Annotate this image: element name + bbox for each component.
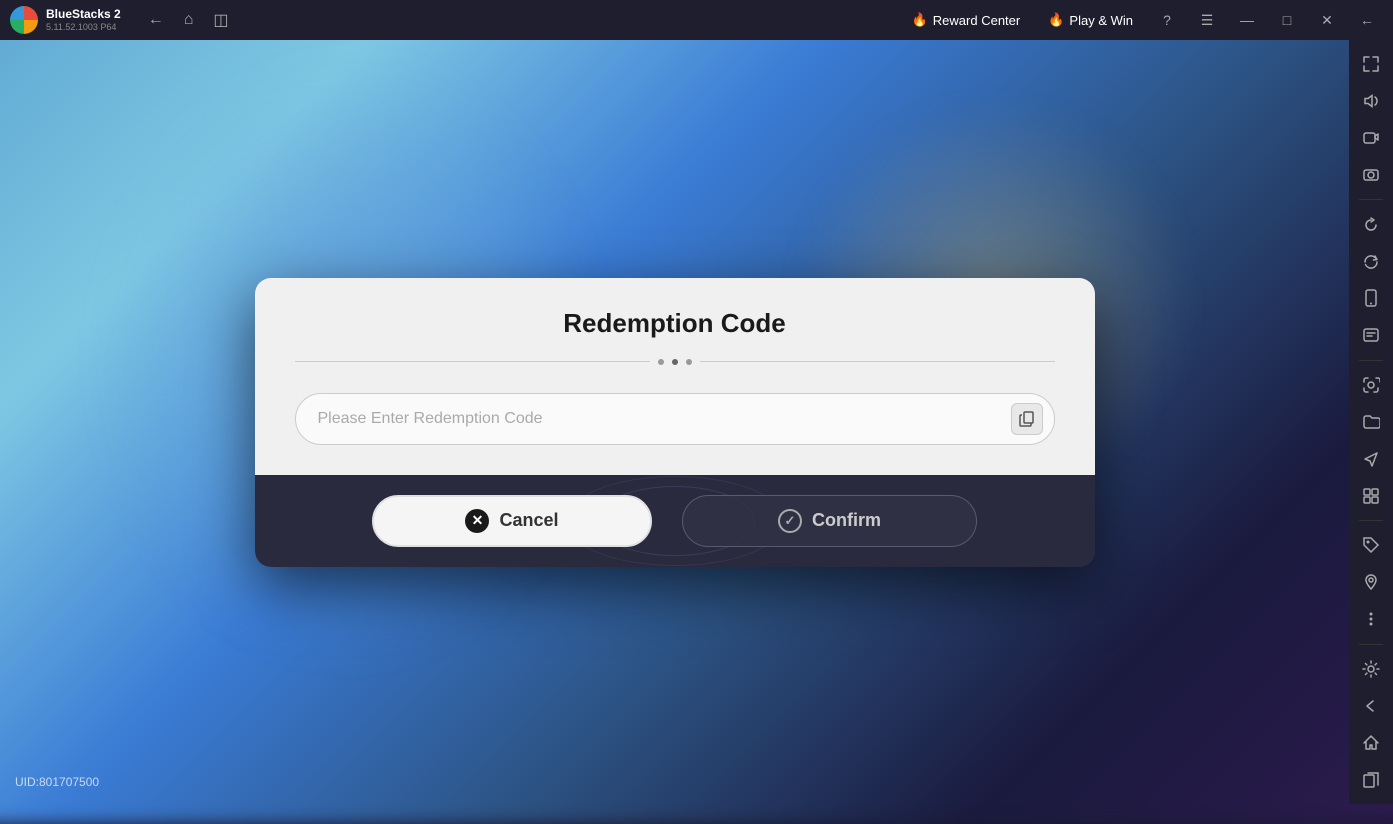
reward-center-label: Reward Center [933,13,1020,28]
cancel-button[interactable]: ✕ Cancel [372,495,652,547]
volume-icon[interactable] [1353,85,1389,118]
sidebar-pages-icon[interactable] [1353,763,1389,796]
rotate-icon[interactable] [1353,208,1389,241]
app-info: BlueStacks 2 5.11.52.1003 P64 [46,7,121,32]
modal-overlay: Redemption Code [0,40,1349,804]
cancel-x-icon: ✕ [465,509,489,533]
menu-button[interactable]: ☰ [1191,4,1223,36]
clipboard-button[interactable] [1011,403,1043,435]
modal-top: Redemption Code [255,278,1095,475]
help-button[interactable]: ? [1151,4,1183,36]
confirm-check-icon: ✓ [778,509,802,533]
sidebar-divider-3 [1359,520,1383,521]
sidebar-divider-2 [1359,360,1383,361]
play-win-button[interactable]: 🔥 Play & Win [1038,8,1143,32]
location-icon[interactable] [1353,566,1389,599]
divider-dot-1 [658,359,664,365]
minimize-button[interactable]: — [1231,4,1263,36]
redemption-modal: Redemption Code [255,278,1095,567]
sidebar-home-icon[interactable] [1353,726,1389,759]
titlebar-center: 🔥 Reward Center 🔥 Play & Win ? ☰ — □ ✕ ← [243,4,1393,36]
confirm-label: Confirm [812,510,881,531]
modal-divider [295,359,1055,365]
app-version: 5.11.52.1003 P64 [46,22,121,33]
bluestacks-logo [10,6,38,34]
titlebar-nav: ← ⌂ ◫ [144,6,233,34]
fullscreen-icon[interactable] [1353,48,1389,81]
record-icon[interactable] [1353,159,1389,192]
back-nav-icon[interactable]: ← [144,7,168,33]
close-button[interactable]: ✕ [1311,4,1343,36]
modal-title: Redemption Code [295,308,1055,339]
sidebar-divider-1 [1359,199,1383,200]
screenshot-icon[interactable] [1353,369,1389,402]
sidebar-back-icon[interactable] [1353,689,1389,722]
video-icon[interactable] [1353,122,1389,155]
device-icon[interactable] [1353,282,1389,315]
divider-line-right [700,361,1055,362]
divider-line-left [295,361,650,362]
windows-nav-icon[interactable]: ◫ [209,6,232,34]
more-icon[interactable] [1353,603,1389,636]
compress-icon[interactable] [1353,479,1389,512]
home-nav-icon[interactable]: ⌂ [180,7,198,33]
cancel-label: Cancel [499,510,558,531]
folder-icon[interactable] [1353,406,1389,439]
expand-button[interactable]: ← [1351,4,1383,36]
modal-bottom: ✕ Cancel ✓ Confirm [255,475,1095,567]
refresh-icon[interactable] [1353,245,1389,278]
confirm-button[interactable]: ✓ Confirm [682,495,977,547]
right-sidebar [1349,40,1393,804]
titlebar-left: BlueStacks 2 5.11.52.1003 P64 ← ⌂ ◫ [0,6,243,34]
play-fire-icon: 🔥 [1048,12,1064,28]
restore-button[interactable]: □ [1271,4,1303,36]
divider-dot-3 [686,359,692,365]
redemption-code-input[interactable] [295,393,1055,445]
app-name: BlueStacks 2 [46,7,121,21]
modal-input-wrapper [295,393,1055,445]
plane-icon[interactable] [1353,442,1389,475]
tag-icon[interactable] [1353,529,1389,562]
reward-center-button[interactable]: 🔥 Reward Center [902,8,1031,32]
reward-fire-icon: 🔥 [912,12,928,28]
play-win-label: Play & Win [1069,13,1133,28]
titlebar: BlueStacks 2 5.11.52.1003 P64 ← ⌂ ◫ 🔥 Re… [0,0,1393,40]
sidebar-divider-4 [1359,644,1383,645]
news-icon[interactable] [1353,319,1389,352]
divider-dot-2 [672,359,678,365]
settings-icon[interactable] [1353,653,1389,686]
